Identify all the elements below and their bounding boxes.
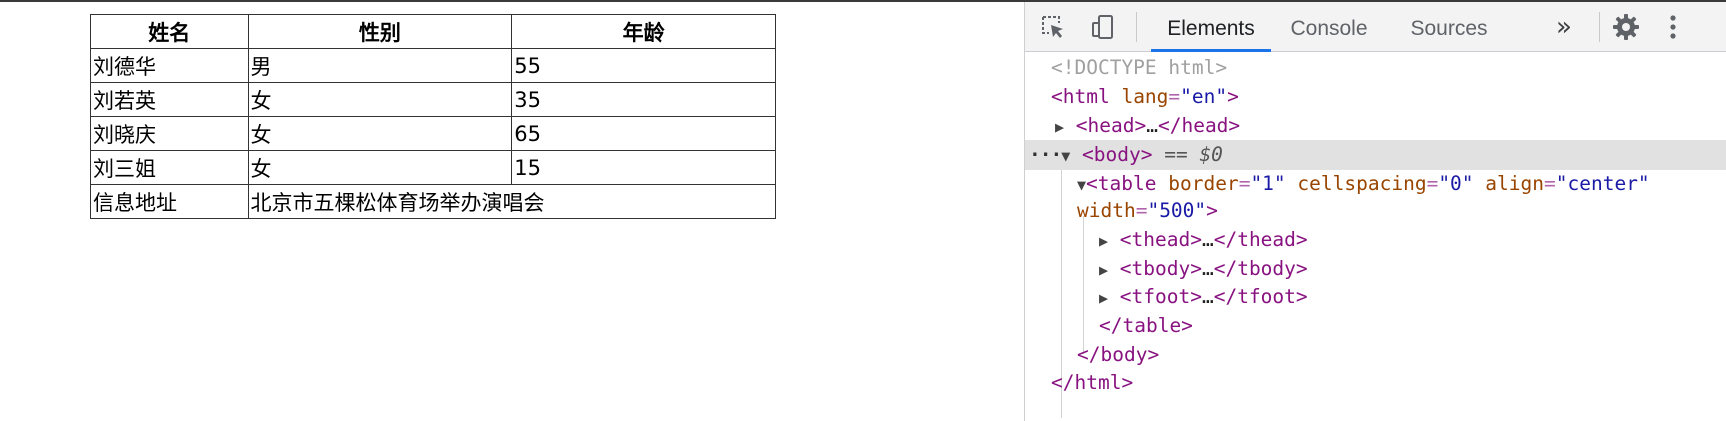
indent-guide (1083, 216, 1084, 354)
cell-gender: 女 (247, 150, 513, 185)
table-row: 刘德华 男 55 (90, 48, 776, 83)
cell-gender: 男 (247, 48, 513, 83)
dom-tree: <!DOCTYPE html> <html lang="en"> ▶ <head… (1025, 52, 1726, 421)
cell-name: 刘若英 (90, 82, 249, 117)
dom-body-open-selected[interactable]: ···▼ <body> == $0 (1025, 140, 1726, 170)
expand-arrow-icon[interactable]: ▶ (1099, 232, 1108, 250)
expand-arrow-icon[interactable]: ▶ (1099, 289, 1108, 307)
cell-name: 刘三姐 (90, 150, 249, 185)
inspect-element-icon[interactable] (1037, 12, 1069, 42)
dom-table-close[interactable]: </table> (1099, 311, 1193, 341)
dom-table-open-wrap[interactable]: width="500"> (1077, 196, 1218, 226)
more-actions-icon[interactable]: ··· (1029, 143, 1062, 166)
page-viewport: 姓名 性别 年龄 刘德华 男 55 刘若英 女 35 刘晓庆 女 65 刘三姐 … (0, 2, 1024, 421)
devtools-toolbar: Elements Console Sources » (1025, 2, 1726, 52)
info-table: 姓名 性别 年龄 刘德华 男 55 刘若英 女 35 刘晓庆 女 65 刘三姐 … (90, 14, 777, 219)
collapse-arrow-icon[interactable]: ▼ (1061, 147, 1070, 165)
cell-gender: 女 (247, 82, 513, 117)
cell-name: 刘德华 (90, 48, 249, 83)
dom-thead[interactable]: ▶ <thead>…</thead> (1099, 225, 1308, 255)
tab-elements[interactable]: Elements (1151, 2, 1271, 52)
toolbar-separator (1136, 12, 1137, 42)
dom-head[interactable]: ▶ <head>…</head> (1055, 111, 1240, 141)
cell-age: 55 (511, 48, 776, 83)
table-foot: 信息地址 北京市五棵松体育场举办演唱会 (90, 184, 777, 219)
expand-arrow-icon[interactable]: ▶ (1055, 118, 1064, 136)
table-head: 姓名 性别 年龄 (90, 14, 776, 49)
footer-value: 北京市五棵松体育场举办演唱会 (247, 184, 777, 219)
expand-arrow-icon[interactable]: ▶ (1099, 261, 1108, 279)
collapse-arrow-icon[interactable]: ▼ (1077, 176, 1086, 194)
table-body: 刘德华 男 55 刘若英 女 35 刘晓庆 女 65 刘三姐 女 15 (90, 48, 776, 185)
tab-console[interactable]: Console (1283, 2, 1375, 51)
table-row: 刘若英 女 35 (90, 82, 776, 117)
header-age: 年龄 (511, 14, 776, 49)
dom-html-close[interactable]: </html> (1051, 368, 1133, 398)
dom-html-open[interactable]: <html lang="en"> (1051, 82, 1239, 112)
dom-tfoot[interactable]: ▶ <tfoot>…</tfoot> (1099, 282, 1308, 312)
cell-age: 65 (511, 116, 776, 151)
tab-sources[interactable]: Sources (1395, 2, 1503, 51)
gear-icon[interactable] (1610, 12, 1642, 42)
cell-age: 15 (511, 150, 776, 185)
table-row: 刘三姐 女 15 (90, 150, 776, 185)
header-gender: 性别 (247, 14, 513, 49)
devtools-panel: Elements Console Sources » <!DOCTYPE htm… (1024, 2, 1726, 421)
dom-tbody[interactable]: ▶ <tbody>…</tbody> (1099, 254, 1308, 284)
header-row: 姓名 性别 年龄 (90, 14, 776, 49)
footer-row: 信息地址 北京市五棵松体育场举办演唱会 (90, 184, 777, 219)
dom-table-open[interactable]: ▼<table border="1" cellspacing="0" align… (1077, 169, 1650, 199)
cell-age: 35 (511, 82, 776, 117)
more-tabs-button[interactable]: » (1556, 2, 1572, 51)
cell-gender: 女 (247, 116, 513, 151)
toolbar-separator (1599, 12, 1600, 42)
header-name: 姓名 (90, 14, 249, 49)
device-toolbar-icon[interactable] (1087, 12, 1119, 42)
kebab-menu-icon[interactable] (1663, 12, 1683, 42)
footer-label: 信息地址 (90, 184, 249, 219)
table-row: 刘晓庆 女 65 (90, 116, 776, 151)
dom-body-close[interactable]: </body> (1077, 340, 1159, 370)
cell-name: 刘晓庆 (90, 116, 249, 151)
dom-doctype[interactable]: <!DOCTYPE html> (1051, 53, 1227, 83)
